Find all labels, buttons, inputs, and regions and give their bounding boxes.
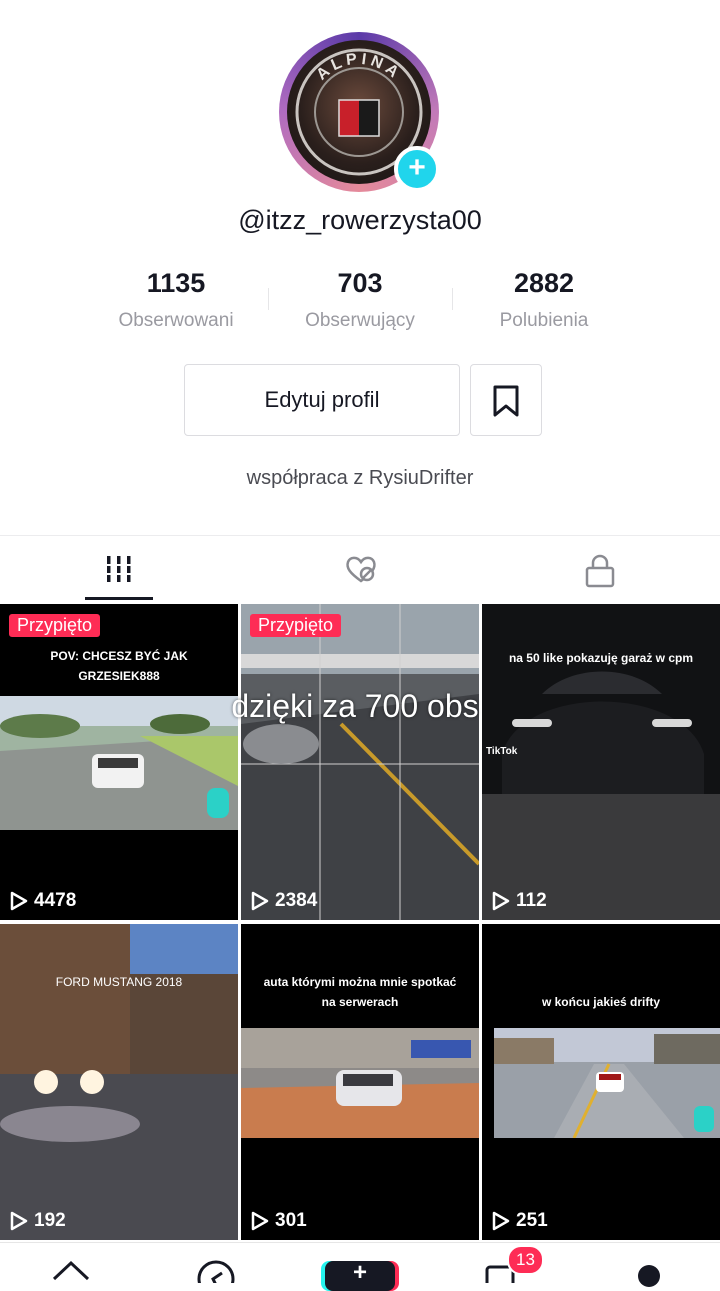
view-count: 2384 [251, 890, 317, 912]
stat-value: 703 [337, 268, 383, 298]
stat-label: Obserwowani [118, 310, 234, 331]
play-icon [492, 1211, 510, 1231]
profile-tabs [0, 535, 720, 604]
view-count-value: 192 [34, 1210, 66, 1231]
home-icon[interactable] [50, 1257, 92, 1283]
video-caption: w końcu jakieś drifty [541, 995, 661, 1009]
video-thumbnail [241, 604, 479, 920]
view-count: 192 [10, 1210, 66, 1232]
view-count: 301 [251, 1210, 307, 1232]
video-thumbnail [241, 1028, 479, 1138]
view-count-value: 301 [275, 1210, 307, 1231]
view-count-value: 251 [516, 1210, 548, 1231]
video-caption: auta którymi można mnie spotkać na serwe… [263, 975, 457, 1009]
stat-likes[interactable]: 2882 Polubienia [444, 268, 644, 332]
grid-icon [107, 556, 131, 582]
view-count: 112 [492, 890, 547, 912]
stat-value: 1135 [146, 268, 206, 298]
svg-text:ALPINA: ALPINA [313, 51, 404, 84]
tiktok-watermark: TikTok [486, 746, 518, 757]
view-count-value: 2384 [275, 890, 318, 911]
bookmark-icon [493, 385, 519, 417]
video-tile[interactable]: FORD MUSTANG 2018 192 [0, 924, 238, 1240]
video-tile[interactable]: auta którymi można mnie spotkać na serwe… [241, 924, 479, 1240]
create-label: + [352, 1259, 367, 1286]
stat-following[interactable]: 1135 Obserwowani [76, 268, 276, 332]
bio: współpraca z RysiuDrifter [246, 467, 474, 489]
username: @itzz_rowerzysta00 [238, 205, 482, 235]
lock-icon [585, 554, 615, 588]
add-story-button[interactable]: + [394, 146, 440, 192]
video-tile[interactable]: POV: CHCESZ BYĆ JAK GRZESIEK888 Przypięt… [0, 604, 238, 920]
create-button[interactable]: + [325, 1259, 395, 1291]
stat-value: 2882 [513, 268, 575, 298]
video-thumbnail [494, 1028, 720, 1138]
play-icon [10, 1211, 28, 1231]
stat-label: Polubienia [499, 310, 589, 331]
video-caption: POV: CHCESZ BYĆ JAK GRZESIEK888 [50, 649, 188, 683]
video-tile[interactable]: Przypięto 2384 [241, 604, 479, 920]
play-icon [492, 891, 510, 911]
play-icon [10, 891, 28, 911]
liked-hidden-icon [346, 556, 376, 583]
pinned-badge: Przypięto [250, 614, 342, 637]
tab-liked[interactable] [240, 536, 480, 604]
inbox-badge: 13 [507, 1245, 544, 1275]
view-count: 251 [492, 1210, 548, 1232]
stat-followers[interactable]: 703 Obserwujący [260, 268, 460, 332]
tab-private[interactable] [480, 536, 720, 604]
video-tile[interactable]: na 50 like pokazuję garaż w cpm TikTok 1… [482, 604, 720, 920]
play-icon [251, 891, 269, 911]
profile-icon[interactable] [638, 1265, 660, 1287]
view-count: 4478 [10, 890, 76, 912]
overlay-caption: dzięki za 700 obs [231, 688, 479, 724]
view-count-value: 4478 [34, 890, 77, 911]
video-caption: FORD MUSTANG 2018 [55, 975, 183, 989]
bookmarks-button[interactable] [470, 364, 542, 436]
video-caption: na 50 like pokazuję garaż w cpm [508, 651, 694, 665]
tab-videos[interactable] [0, 536, 240, 604]
view-count-value: 112 [516, 890, 547, 911]
discover-icon[interactable] [196, 1257, 236, 1283]
play-icon [251, 1211, 269, 1231]
plus-icon: + [408, 151, 426, 184]
edit-profile-button[interactable]: Edytuj profil [184, 364, 460, 436]
pinned-badge: Przypięto [9, 614, 101, 637]
bottom-navbar: + 13 [0, 1242, 720, 1291]
stat-label: Obserwujący [305, 310, 415, 331]
active-tab-indicator [85, 597, 153, 600]
video-tile[interactable]: w końcu jakieś drifty 251 [482, 924, 720, 1240]
